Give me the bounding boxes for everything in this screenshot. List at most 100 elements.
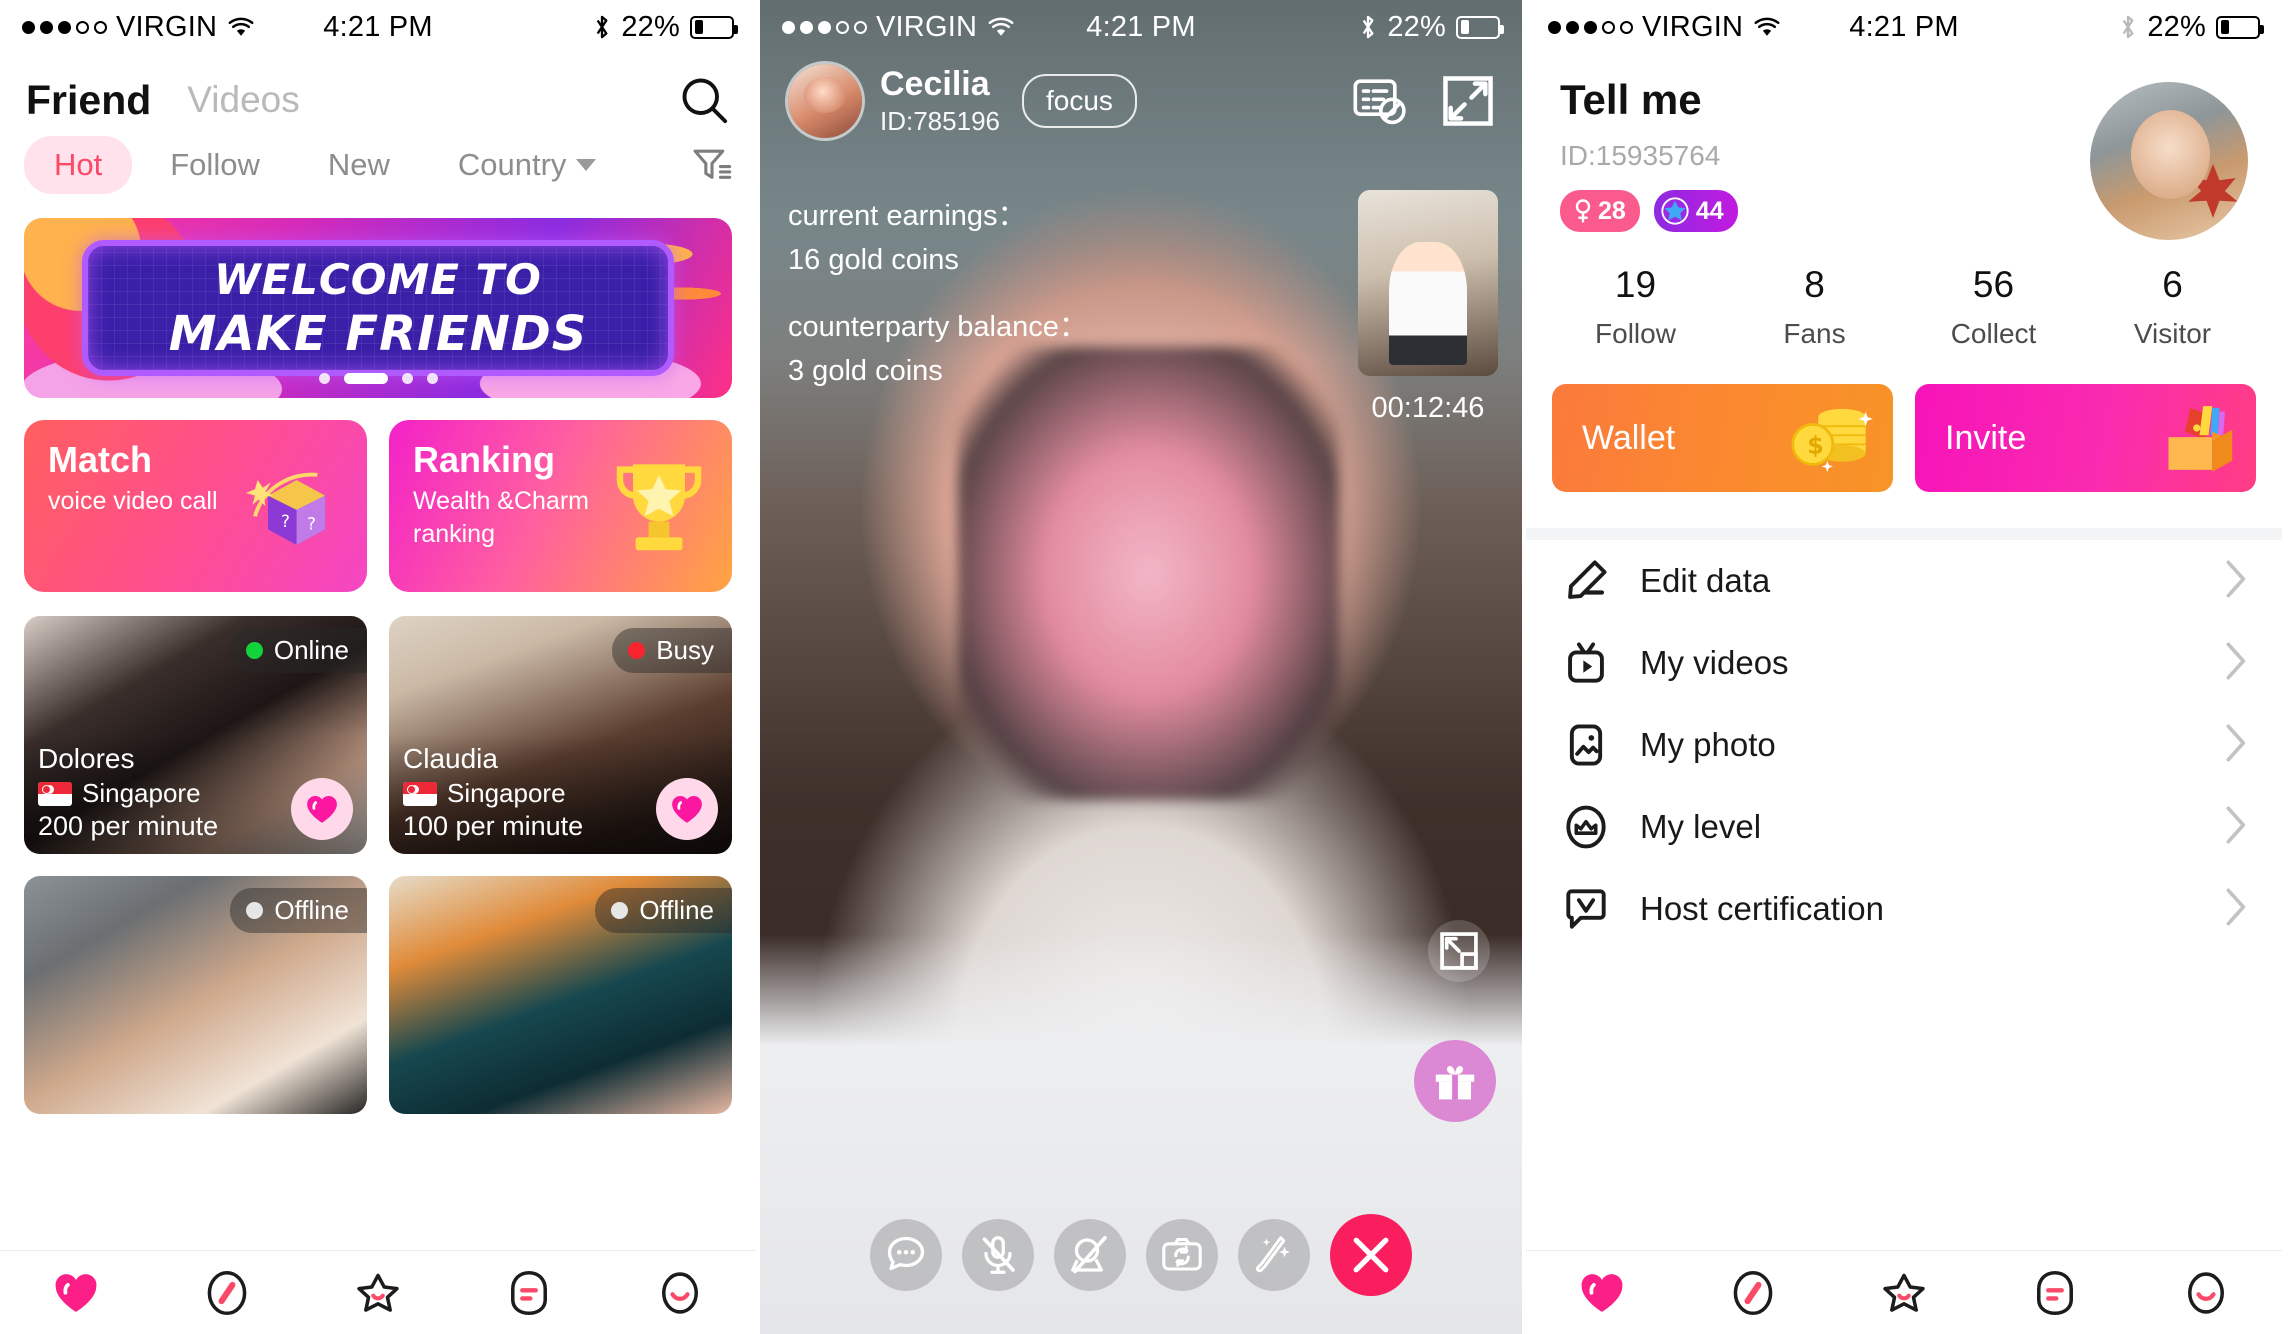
menu-item-host-certification[interactable]: Host certification (1560, 868, 2248, 950)
female-icon (1575, 199, 1591, 223)
mute-button[interactable] (962, 1219, 1034, 1291)
wallet-label: Wallet (1582, 418, 1676, 457)
menu-item-my-photo[interactable]: My photo (1560, 704, 2248, 786)
bottom-tab-bar (1526, 1250, 2282, 1334)
avatar[interactable] (2090, 82, 2248, 240)
menu-label: Edit data (1640, 562, 1771, 599)
send-gift-button[interactable] (1414, 1040, 1496, 1122)
svg-text:?: ? (281, 511, 290, 531)
menu-item-my-level[interactable]: My level (1560, 786, 2248, 868)
like-button[interactable] (656, 778, 718, 840)
tab-profile[interactable] (2179, 1266, 2233, 1320)
user-name: Dolores (38, 743, 135, 774)
stat-fans[interactable]: 8 Fans (1725, 264, 1904, 350)
svg-text:$: $ (1807, 431, 1823, 459)
user-card[interactable]: Offline (24, 876, 367, 1114)
singapore-flag-icon (38, 781, 72, 806)
avatar[interactable] (788, 64, 862, 138)
user-location: Singapore (403, 778, 583, 809)
tab-profile[interactable] (653, 1266, 707, 1320)
self-video-pip[interactable] (1358, 190, 1498, 376)
status-bar: VIRGIN 4:21 PM 22% (0, 0, 756, 54)
wifi-icon (228, 17, 254, 36)
three-screen-mockup: VIRGIN 4:21 PM 22% Friend Videos Hot Fol… (0, 0, 2290, 1334)
message-icon (2037, 1270, 2074, 1315)
tab-home[interactable] (1575, 1266, 1629, 1320)
profile-icon (2188, 1271, 2225, 1314)
user-card[interactable]: Busy Claudia Singapore 100 per minute (389, 616, 732, 854)
invite-button[interactable]: Invite (1915, 384, 2256, 492)
menu-item-my-videos[interactable]: My videos (1560, 622, 2248, 704)
status-badge: Offline (230, 888, 367, 933)
chevron-down-icon (576, 159, 597, 171)
pip-resize-button[interactable] (1428, 920, 1490, 982)
stat-visitor[interactable]: 6 Visitor (2083, 264, 2262, 350)
profile-menu: Edit data My videos My photo My level Ho… (1526, 540, 2282, 950)
tab-discover[interactable] (1726, 1266, 1780, 1320)
tab-home[interactable] (49, 1266, 103, 1320)
stat-collect[interactable]: 56 Collect (1904, 264, 2083, 350)
status-bar: VIRGIN 4:21 PM 22% (760, 0, 1522, 54)
no-messages-icon[interactable] (1352, 76, 1408, 126)
mic-off-icon (982, 1236, 1015, 1274)
match-card[interactable]: Match voice video call ? ? (24, 420, 367, 592)
user-rate: 200 per minute (38, 811, 219, 841)
friend-screen: VIRGIN 4:21 PM 22% Friend Videos Hot Fol… (0, 0, 760, 1334)
status-dot-icon (245, 642, 263, 659)
stat-value: 8 (1804, 264, 1825, 305)
stat-follow[interactable]: 19 Follow (1546, 264, 1725, 350)
switch-camera-button[interactable] (1146, 1219, 1218, 1291)
filter-country[interactable]: Country (428, 136, 627, 194)
end-call-button[interactable] (1330, 1214, 1412, 1296)
section-divider (1526, 528, 2282, 540)
status-bar-left: VIRGIN (1548, 11, 1782, 44)
tab-messages[interactable] (2028, 1266, 2082, 1320)
tab-discover[interactable] (200, 1266, 254, 1320)
tab-favorites[interactable] (1877, 1266, 1931, 1320)
stat-value: 6 (2162, 264, 2183, 305)
call-controls (760, 1214, 1522, 1296)
promo-banner[interactable]: WELCOME TO MAKE FRIENDS (24, 218, 732, 398)
tab-favorites[interactable] (351, 1266, 405, 1320)
user-location: Singapore (38, 778, 218, 809)
tab-videos[interactable]: Videos (187, 79, 299, 121)
bluetooth-icon (2123, 15, 2134, 39)
bluetooth-icon (1363, 15, 1374, 39)
chat-button[interactable] (870, 1219, 942, 1291)
search-icon[interactable] (678, 74, 730, 126)
switch-camera-icon (1162, 1238, 1202, 1271)
menu-item-edit-data[interactable]: Edit data (1560, 540, 2248, 622)
expand-icon[interactable] (1442, 75, 1494, 127)
wallet-button[interactable]: Wallet $ (1552, 384, 1893, 492)
like-button[interactable] (291, 778, 353, 840)
star-icon (1661, 197, 1689, 225)
banner-line-2: MAKE FRIENDS (168, 305, 588, 362)
status-label: Offline (639, 895, 714, 925)
status-badge: Offline (595, 888, 732, 933)
chevron-right-icon (2222, 723, 2248, 768)
chevron-right-icon (2222, 805, 2248, 850)
status-dot-icon (246, 902, 264, 919)
compass-icon (1733, 1270, 1773, 1315)
beauty-button[interactable] (1238, 1219, 1310, 1291)
call-header: Cecilia ID:785196 focus (788, 64, 1494, 138)
mystery-box-icon: ? ? (245, 472, 326, 545)
star-icon (1883, 1273, 1925, 1312)
bottom-tab-bar (0, 1250, 756, 1334)
signal-strength-icon (782, 20, 867, 34)
earnings-info: current earnings： 16 gold coins counterp… (788, 198, 1088, 419)
status-label: Offline (274, 895, 349, 925)
filter-hot[interactable]: Hot (24, 136, 133, 194)
ranking-card[interactable]: Ranking Wealth &Charm ranking (389, 420, 732, 592)
camera-off-button[interactable] (1054, 1219, 1126, 1291)
focus-button[interactable]: focus (1021, 74, 1137, 128)
tab-messages[interactable] (502, 1266, 556, 1320)
filter-icon[interactable] (692, 146, 732, 184)
filter-new[interactable]: New (298, 136, 420, 194)
page-title: Friend (26, 76, 152, 123)
user-card[interactable]: Offline (389, 876, 732, 1114)
card-info: Dolores Singapore 200 per minute (38, 741, 218, 842)
battery-icon (1456, 15, 1504, 39)
filter-follow[interactable]: Follow (140, 136, 290, 194)
user-card[interactable]: Online Dolores Singapore 200 per minute (24, 616, 367, 854)
